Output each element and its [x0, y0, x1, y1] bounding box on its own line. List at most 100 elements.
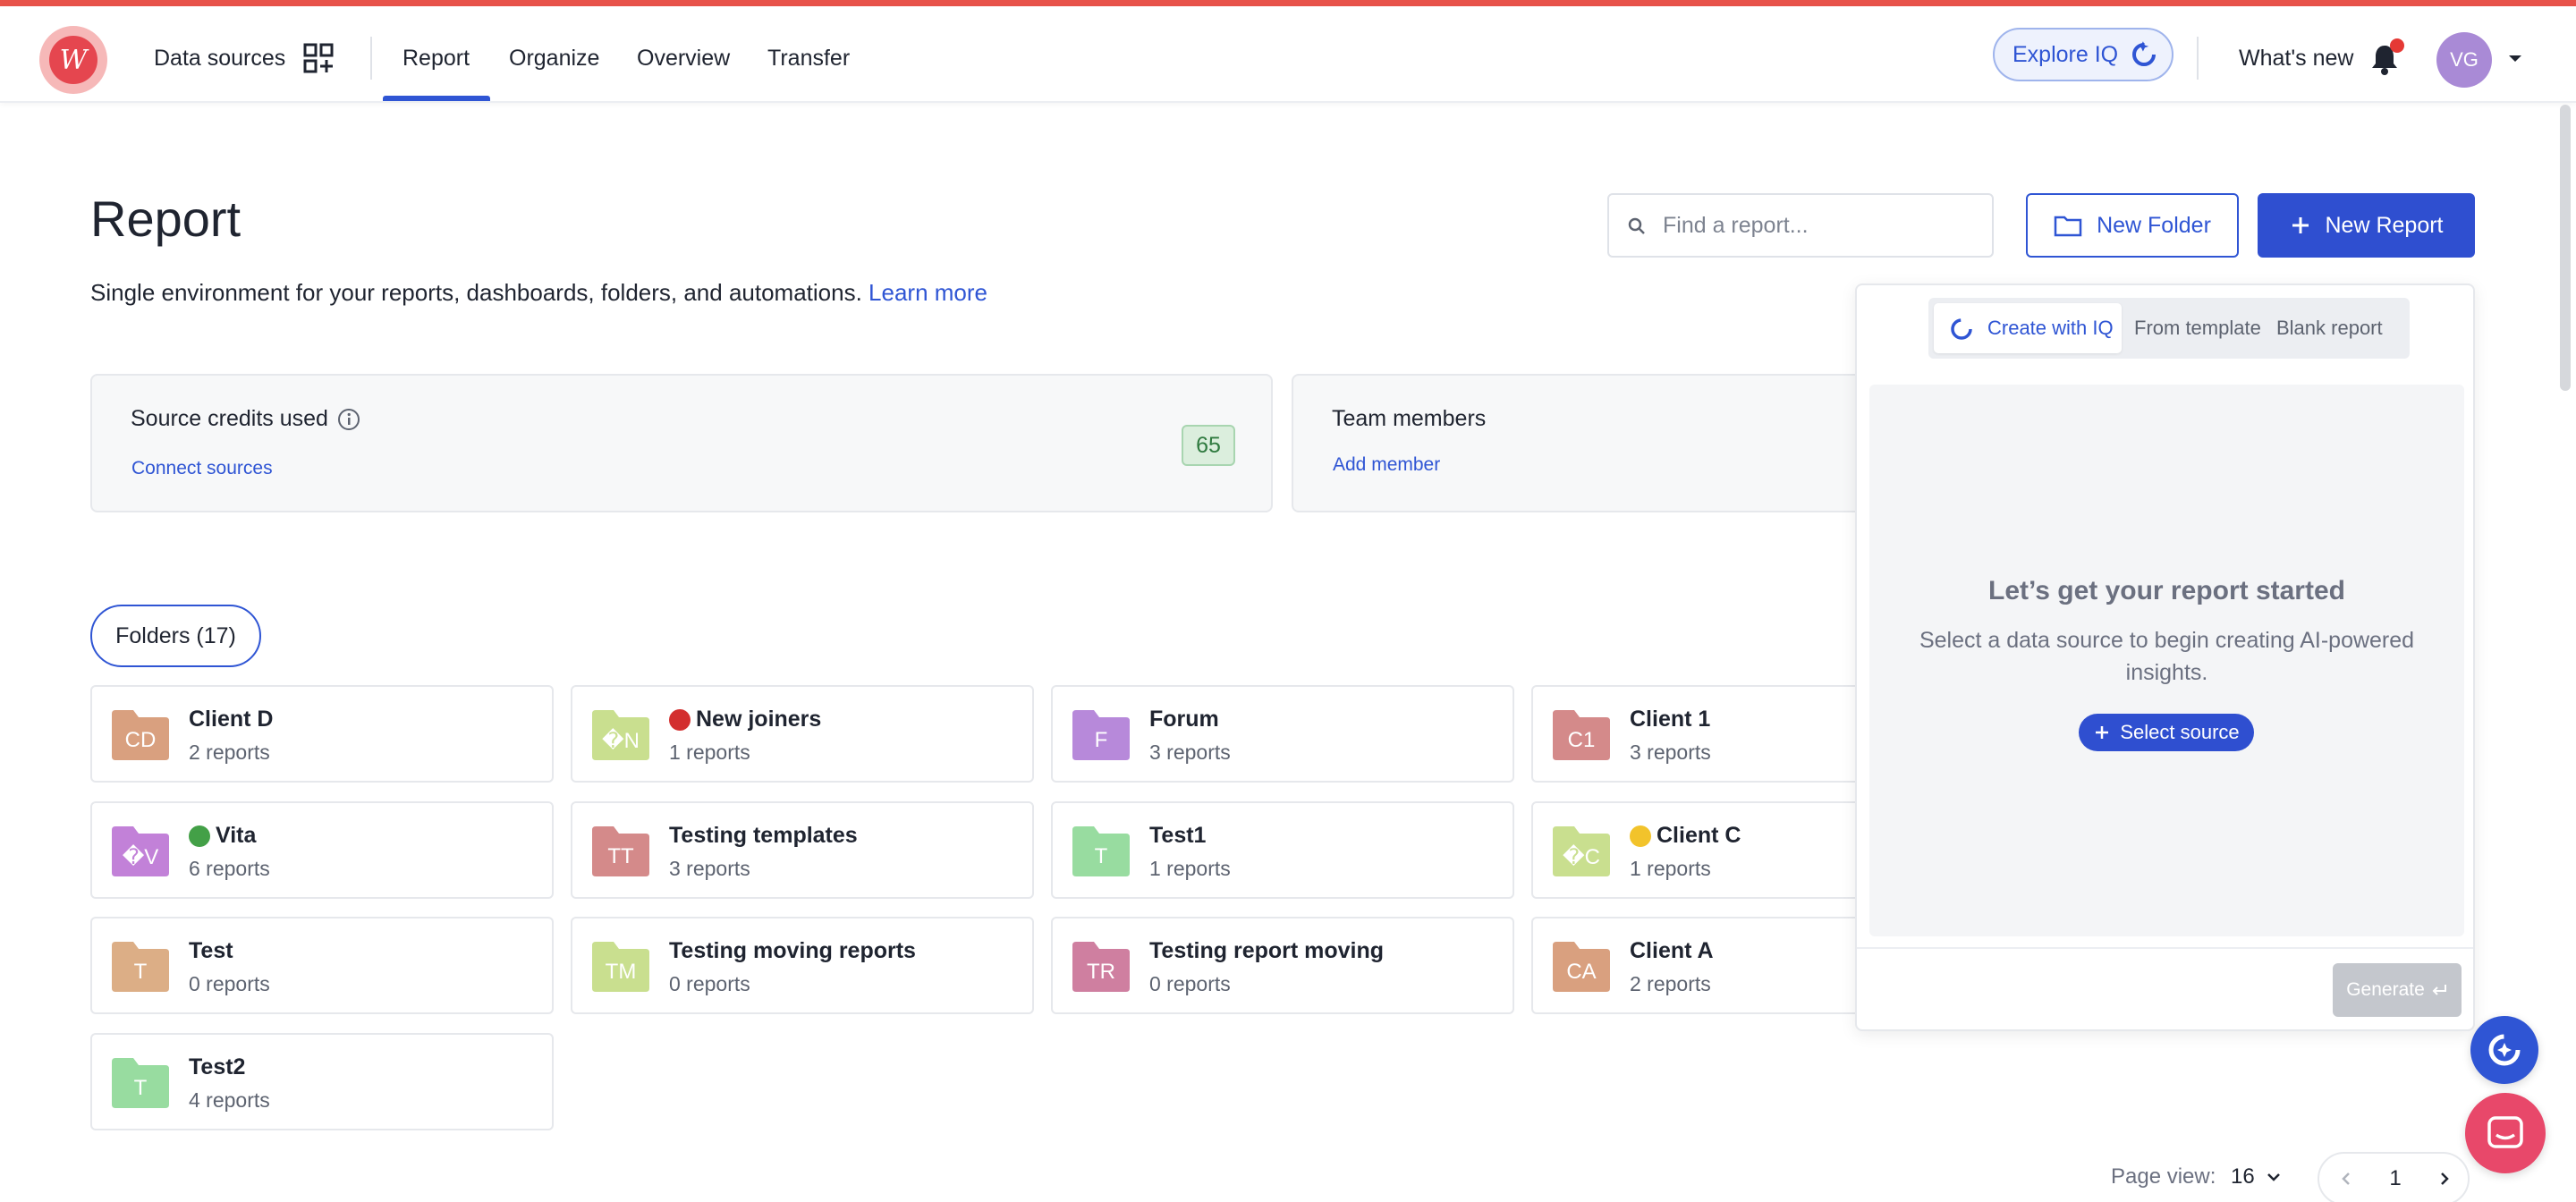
folder-card[interactable]: CD Client D 2 reports — [90, 685, 554, 783]
nav-tab-transfer[interactable]: Transfer — [767, 40, 850, 76]
page-scrollbar[interactable] — [2560, 105, 2571, 391]
chat-icon — [2487, 1116, 2523, 1148]
chevron-down-icon[interactable] — [2504, 47, 2526, 69]
credits-count-badge: 65 — [1182, 425, 1235, 466]
info-icon[interactable] — [337, 408, 360, 431]
folder-initials: T — [133, 1076, 148, 1100]
generate-button[interactable]: Generate — [2333, 963, 2462, 1017]
folder-report-count: 3 reports — [1149, 741, 1231, 764]
tab-blank-report[interactable]: Blank report — [2276, 303, 2383, 353]
notification-dot — [2390, 38, 2404, 53]
folder-name: Vita — [189, 823, 256, 849]
folder-card[interactable]: F Forum 3 reports — [1051, 685, 1514, 783]
folder-card[interactable]: T Test 0 reports — [90, 917, 554, 1014]
new-folder-button[interactable]: New Folder — [2026, 193, 2239, 258]
folder-initials: T — [133, 960, 148, 984]
user-avatar[interactable]: VG — [2436, 32, 2492, 88]
folder-report-count: 1 reports — [669, 741, 750, 764]
folder-initials: �N — [602, 728, 640, 753]
app-logo[interactable]: W — [39, 26, 107, 94]
folder-icon: T — [1072, 825, 1130, 876]
new-folder-label: New Folder — [2097, 212, 2211, 238]
folder-icon: T — [112, 940, 169, 992]
grid-add-icon[interactable] — [302, 42, 335, 74]
page-subtitle: Single environment for your reports, das… — [90, 279, 987, 307]
nav-tab-organize[interactable]: Organize — [509, 40, 599, 76]
folder-card[interactable]: T Test2 4 reports — [90, 1033, 554, 1130]
iq-icon — [1951, 318, 1972, 340]
folder-report-count: 4 reports — [189, 1088, 270, 1112]
top-accent-bar — [0, 0, 2576, 6]
select-source-button[interactable]: Select source — [2079, 714, 2254, 751]
select-source-label: Select source — [2120, 721, 2240, 743]
status-dot-icon — [1630, 825, 1651, 847]
folder-initials: �V — [122, 844, 159, 869]
folders-filter-pill[interactable]: Folders (17) — [90, 605, 261, 667]
folder-card[interactable]: TT Testing templates 3 reports — [571, 801, 1034, 899]
add-member-link[interactable]: Add member — [1333, 454, 1440, 476]
page-view-select[interactable]: 16 — [2231, 1164, 2255, 1189]
nav-tab-overview[interactable]: Overview — [637, 40, 730, 76]
folder-report-count: 2 reports — [1630, 972, 1711, 995]
new-report-label: New Report — [2325, 212, 2444, 238]
chevron-down-icon[interactable] — [2265, 1168, 2283, 1186]
create-report-panel: Create with IQ From template Blank repor… — [1855, 284, 2475, 1031]
folder-icon: �C — [1553, 825, 1610, 876]
folder-name: Test2 — [189, 1054, 245, 1080]
enter-icon — [2432, 985, 2446, 995]
folder-report-count: 3 reports — [669, 857, 750, 880]
page-view-label: Page view: — [2111, 1164, 2216, 1189]
explore-iq-label: Explore IQ — [2012, 41, 2119, 67]
chevron-right-icon[interactable] — [2436, 1170, 2453, 1188]
folder-report-count: 0 reports — [669, 972, 750, 995]
whats-new-link[interactable]: What's new — [2239, 40, 2353, 76]
folder-name: Client D — [189, 707, 273, 732]
nav-tab-report[interactable]: Report — [402, 40, 470, 76]
report-search — [1607, 193, 1994, 258]
folder-card[interactable]: �N New joiners 1 reports — [571, 685, 1034, 783]
iq-icon — [2132, 41, 2157, 66]
chat-support-button[interactable] — [2465, 1093, 2546, 1173]
folder-name-text: Forum — [1149, 707, 1219, 732]
folder-card[interactable]: �V Vita 6 reports — [90, 801, 554, 899]
folder-report-count: 1 reports — [1149, 857, 1231, 880]
iq-icon — [2488, 1034, 2521, 1066]
connect-sources-link[interactable]: Connect sources — [131, 458, 273, 479]
status-dot-icon — [669, 708, 691, 731]
current-page[interactable]: 1 — [2382, 1166, 2409, 1191]
panel-divider — [1857, 947, 2473, 949]
chevron-left-icon[interactable] — [2337, 1170, 2355, 1188]
folder-icon — [2054, 216, 2082, 237]
folder-report-count: 1 reports — [1630, 857, 1711, 880]
folder-initials: F — [1094, 728, 1108, 752]
folder-card[interactable]: T Test1 1 reports — [1051, 801, 1514, 899]
explore-iq-button[interactable]: Explore IQ — [1993, 28, 2174, 81]
team-title: Team members — [1332, 406, 1487, 431]
new-report-button[interactable]: New Report — [2258, 193, 2475, 258]
folder-name: Testing report moving — [1149, 938, 1384, 964]
folder-icon: CA — [1553, 940, 1610, 992]
folder-name: Test — [189, 938, 233, 964]
folder-name-text: Client D — [189, 707, 274, 732]
folder-report-count: 0 reports — [1149, 972, 1231, 995]
learn-more-link[interactable]: Learn more — [869, 279, 987, 306]
folder-icon: �V — [112, 825, 169, 876]
iq-assistant-button[interactable] — [2470, 1016, 2538, 1084]
nav-data-sources[interactable]: Data sources — [154, 40, 285, 76]
folder-name-text: Testing moving reports — [669, 938, 916, 963]
team-members-card: Team members Add member — [1292, 374, 1864, 512]
search-input[interactable] — [1663, 207, 1976, 243]
folder-icon: CD — [112, 708, 169, 760]
folder-card[interactable]: TM Testing moving reports 0 reports — [571, 917, 1034, 1014]
folder-name-text: New joiners — [696, 707, 822, 732]
credits-title: Source credits used — [131, 406, 328, 431]
tab-from-template[interactable]: From template — [2134, 303, 2261, 353]
subtitle-text: Single environment for your reports, das… — [90, 279, 862, 306]
folder-name: Client 1 — [1630, 707, 1710, 732]
folder-card[interactable]: TR Testing report moving 0 reports — [1051, 917, 1514, 1014]
folder-icon: TM — [592, 940, 649, 992]
iq-description: Select a data source to begin creating A… — [1919, 628, 2415, 685]
tab-create-with-iq[interactable]: Create with IQ — [1934, 303, 2122, 353]
folder-icon: TR — [1072, 940, 1130, 992]
pagination: 1 — [2318, 1152, 2470, 1202]
